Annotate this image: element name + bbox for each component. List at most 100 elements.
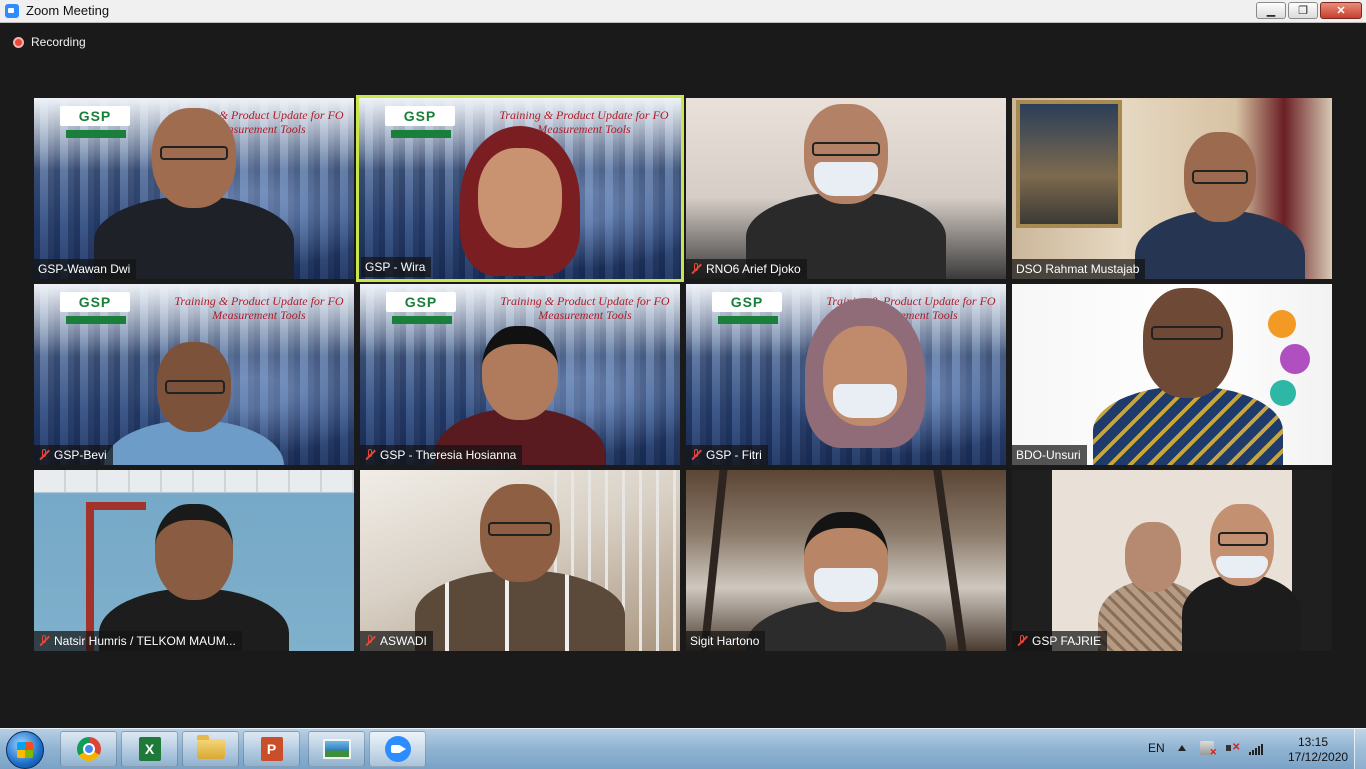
face-mask xyxy=(1216,556,1269,578)
background-object xyxy=(86,502,94,651)
participant-video xyxy=(94,108,294,279)
video-tile[interactable]: ASWADI xyxy=(360,470,680,651)
clock-time: 13:15 xyxy=(1297,735,1329,749)
participant-name: GSP - Wira xyxy=(361,257,432,277)
video-tile[interactable]: GSP Training & Product Update for FO Mea… xyxy=(686,284,1006,465)
show-desktop-button[interactable] xyxy=(1354,729,1366,769)
virtual-background-text: Training & Product Update for FO Measure… xyxy=(174,294,344,322)
gsp-logo: GSP xyxy=(385,106,455,126)
volume-muted-icon[interactable] xyxy=(1225,741,1240,755)
face-mask xyxy=(814,568,878,602)
glasses xyxy=(165,380,225,394)
participant-name: DSO Rahmat Mustajab xyxy=(1012,259,1146,279)
participant-video xyxy=(1093,288,1283,465)
window-titlebar: Zoom Meeting ▁ ❐ ✕ xyxy=(0,0,1366,23)
video-tile[interactable]: GSP FAJRIE xyxy=(1012,470,1332,651)
zoom-app-icon xyxy=(5,4,19,18)
glasses xyxy=(160,146,228,160)
video-tile[interactable]: Natsir Humris / TELKOM MAUM... xyxy=(34,470,354,651)
participant-video xyxy=(99,504,289,651)
system-clock[interactable]: 13:15 17/12/2020 xyxy=(1288,735,1349,765)
minimize-button[interactable]: ▁ xyxy=(1256,2,1286,19)
taskbar-photo-viewer[interactable] xyxy=(308,731,365,767)
video-tile-active-speaker[interactable]: GSP Training & Product Update for FO Mea… xyxy=(356,95,684,282)
taskbar-chrome[interactable] xyxy=(60,731,117,767)
mic-muted-icon xyxy=(364,449,376,461)
video-tile[interactable]: RNO6 Arief Djoko xyxy=(686,98,1006,279)
participant-name: GSP FAJRIE xyxy=(1012,631,1108,651)
wall-picture xyxy=(1016,100,1122,228)
mic-muted-icon xyxy=(38,635,50,647)
participant-video xyxy=(1182,504,1303,651)
mic-muted-icon xyxy=(1016,635,1028,647)
window-controls: ▁ ❐ ✕ xyxy=(1256,2,1362,19)
mic-muted-icon xyxy=(364,635,376,647)
chrome-icon xyxy=(76,737,101,761)
clock-date: 17/12/2020 xyxy=(1288,750,1349,764)
gallery-view: GSP Training & Product Update for FO Mea… xyxy=(34,95,1332,651)
logo-underline xyxy=(66,316,126,324)
close-button[interactable]: ✕ xyxy=(1320,2,1362,19)
file-explorer-icon xyxy=(196,735,225,759)
video-tile[interactable]: Sigit Hartono xyxy=(686,470,1006,651)
mic-muted-icon xyxy=(690,263,702,275)
taskbar-powerpoint[interactable]: P xyxy=(243,731,300,767)
glasses xyxy=(488,522,552,536)
participant-name: RNO6 Arief Djoko xyxy=(686,259,807,279)
participant-video xyxy=(805,298,926,448)
show-hidden-icons-icon[interactable] xyxy=(1178,745,1186,751)
video-tile[interactable]: DSO Rahmat Mustajab xyxy=(1012,98,1332,279)
recording-icon xyxy=(13,36,24,48)
participant-name: BDO-Unsuri xyxy=(1012,445,1087,465)
mic-muted-icon xyxy=(38,449,50,461)
video-tile[interactable]: GSP Training & Product Update for FO Mea… xyxy=(34,98,354,279)
signal-strength-icon[interactable] xyxy=(1249,741,1263,755)
windows-logo-icon xyxy=(17,742,33,758)
face-mask xyxy=(833,384,898,418)
participant-name: GSP - Fitri xyxy=(686,445,768,465)
mic-muted-icon xyxy=(690,449,702,461)
participant-video xyxy=(460,126,580,276)
gsp-logo: GSP xyxy=(60,292,130,312)
recording-label: Recording xyxy=(31,35,86,49)
taskbar-file-explorer[interactable] xyxy=(182,731,239,767)
taskbar-excel[interactable]: X xyxy=(121,731,178,767)
network-disconnected-icon[interactable] xyxy=(1200,741,1217,758)
glasses xyxy=(812,142,880,156)
window-title: Zoom Meeting xyxy=(26,3,110,18)
virtual-background-text: Training & Product Update for FO Measure… xyxy=(500,294,670,322)
glasses xyxy=(1192,170,1248,184)
slide-graphic xyxy=(1280,344,1310,374)
participant-name: ASWADI xyxy=(360,631,433,651)
participant-video xyxy=(1135,132,1305,279)
participant-name: GSP-Wawan Dwi xyxy=(34,259,137,279)
glasses xyxy=(1151,326,1223,340)
restore-button[interactable]: ❐ xyxy=(1288,2,1318,19)
recording-indicator[interactable]: Recording xyxy=(13,35,86,49)
start-button[interactable] xyxy=(6,731,44,769)
participant-video xyxy=(415,484,625,651)
participant-video xyxy=(746,512,946,651)
video-tile[interactable]: GSP Training & Product Update for FO Mea… xyxy=(360,284,680,465)
participant-name: Sigit Hartono xyxy=(686,631,766,651)
participant-name: GSP - Theresia Hosianna xyxy=(360,445,523,465)
face-mask xyxy=(814,162,878,196)
background-object xyxy=(700,470,728,651)
input-language[interactable]: EN xyxy=(1148,741,1165,755)
logo-underline xyxy=(718,316,778,324)
powerpoint-icon: P xyxy=(260,737,283,761)
participant-video xyxy=(104,342,284,465)
video-tile[interactable]: BDO-Unsuri xyxy=(1012,284,1332,465)
zoom-icon xyxy=(384,736,411,762)
participant-name: Natsir Humris / TELKOM MAUM... xyxy=(34,631,242,651)
participant-video xyxy=(746,104,946,279)
taskbar-zoom[interactable] xyxy=(369,731,426,767)
logo-underline xyxy=(392,316,452,324)
gsp-logo: GSP xyxy=(386,292,456,312)
video-tile[interactable]: GSP Training & Product Update for FO Mea… xyxy=(34,284,354,465)
logo-underline xyxy=(391,130,451,138)
participant-name: GSP-Bevi xyxy=(34,445,113,465)
gsp-logo: GSP xyxy=(712,292,782,312)
app-toolbar-background xyxy=(34,470,354,492)
excel-icon: X xyxy=(138,737,161,761)
